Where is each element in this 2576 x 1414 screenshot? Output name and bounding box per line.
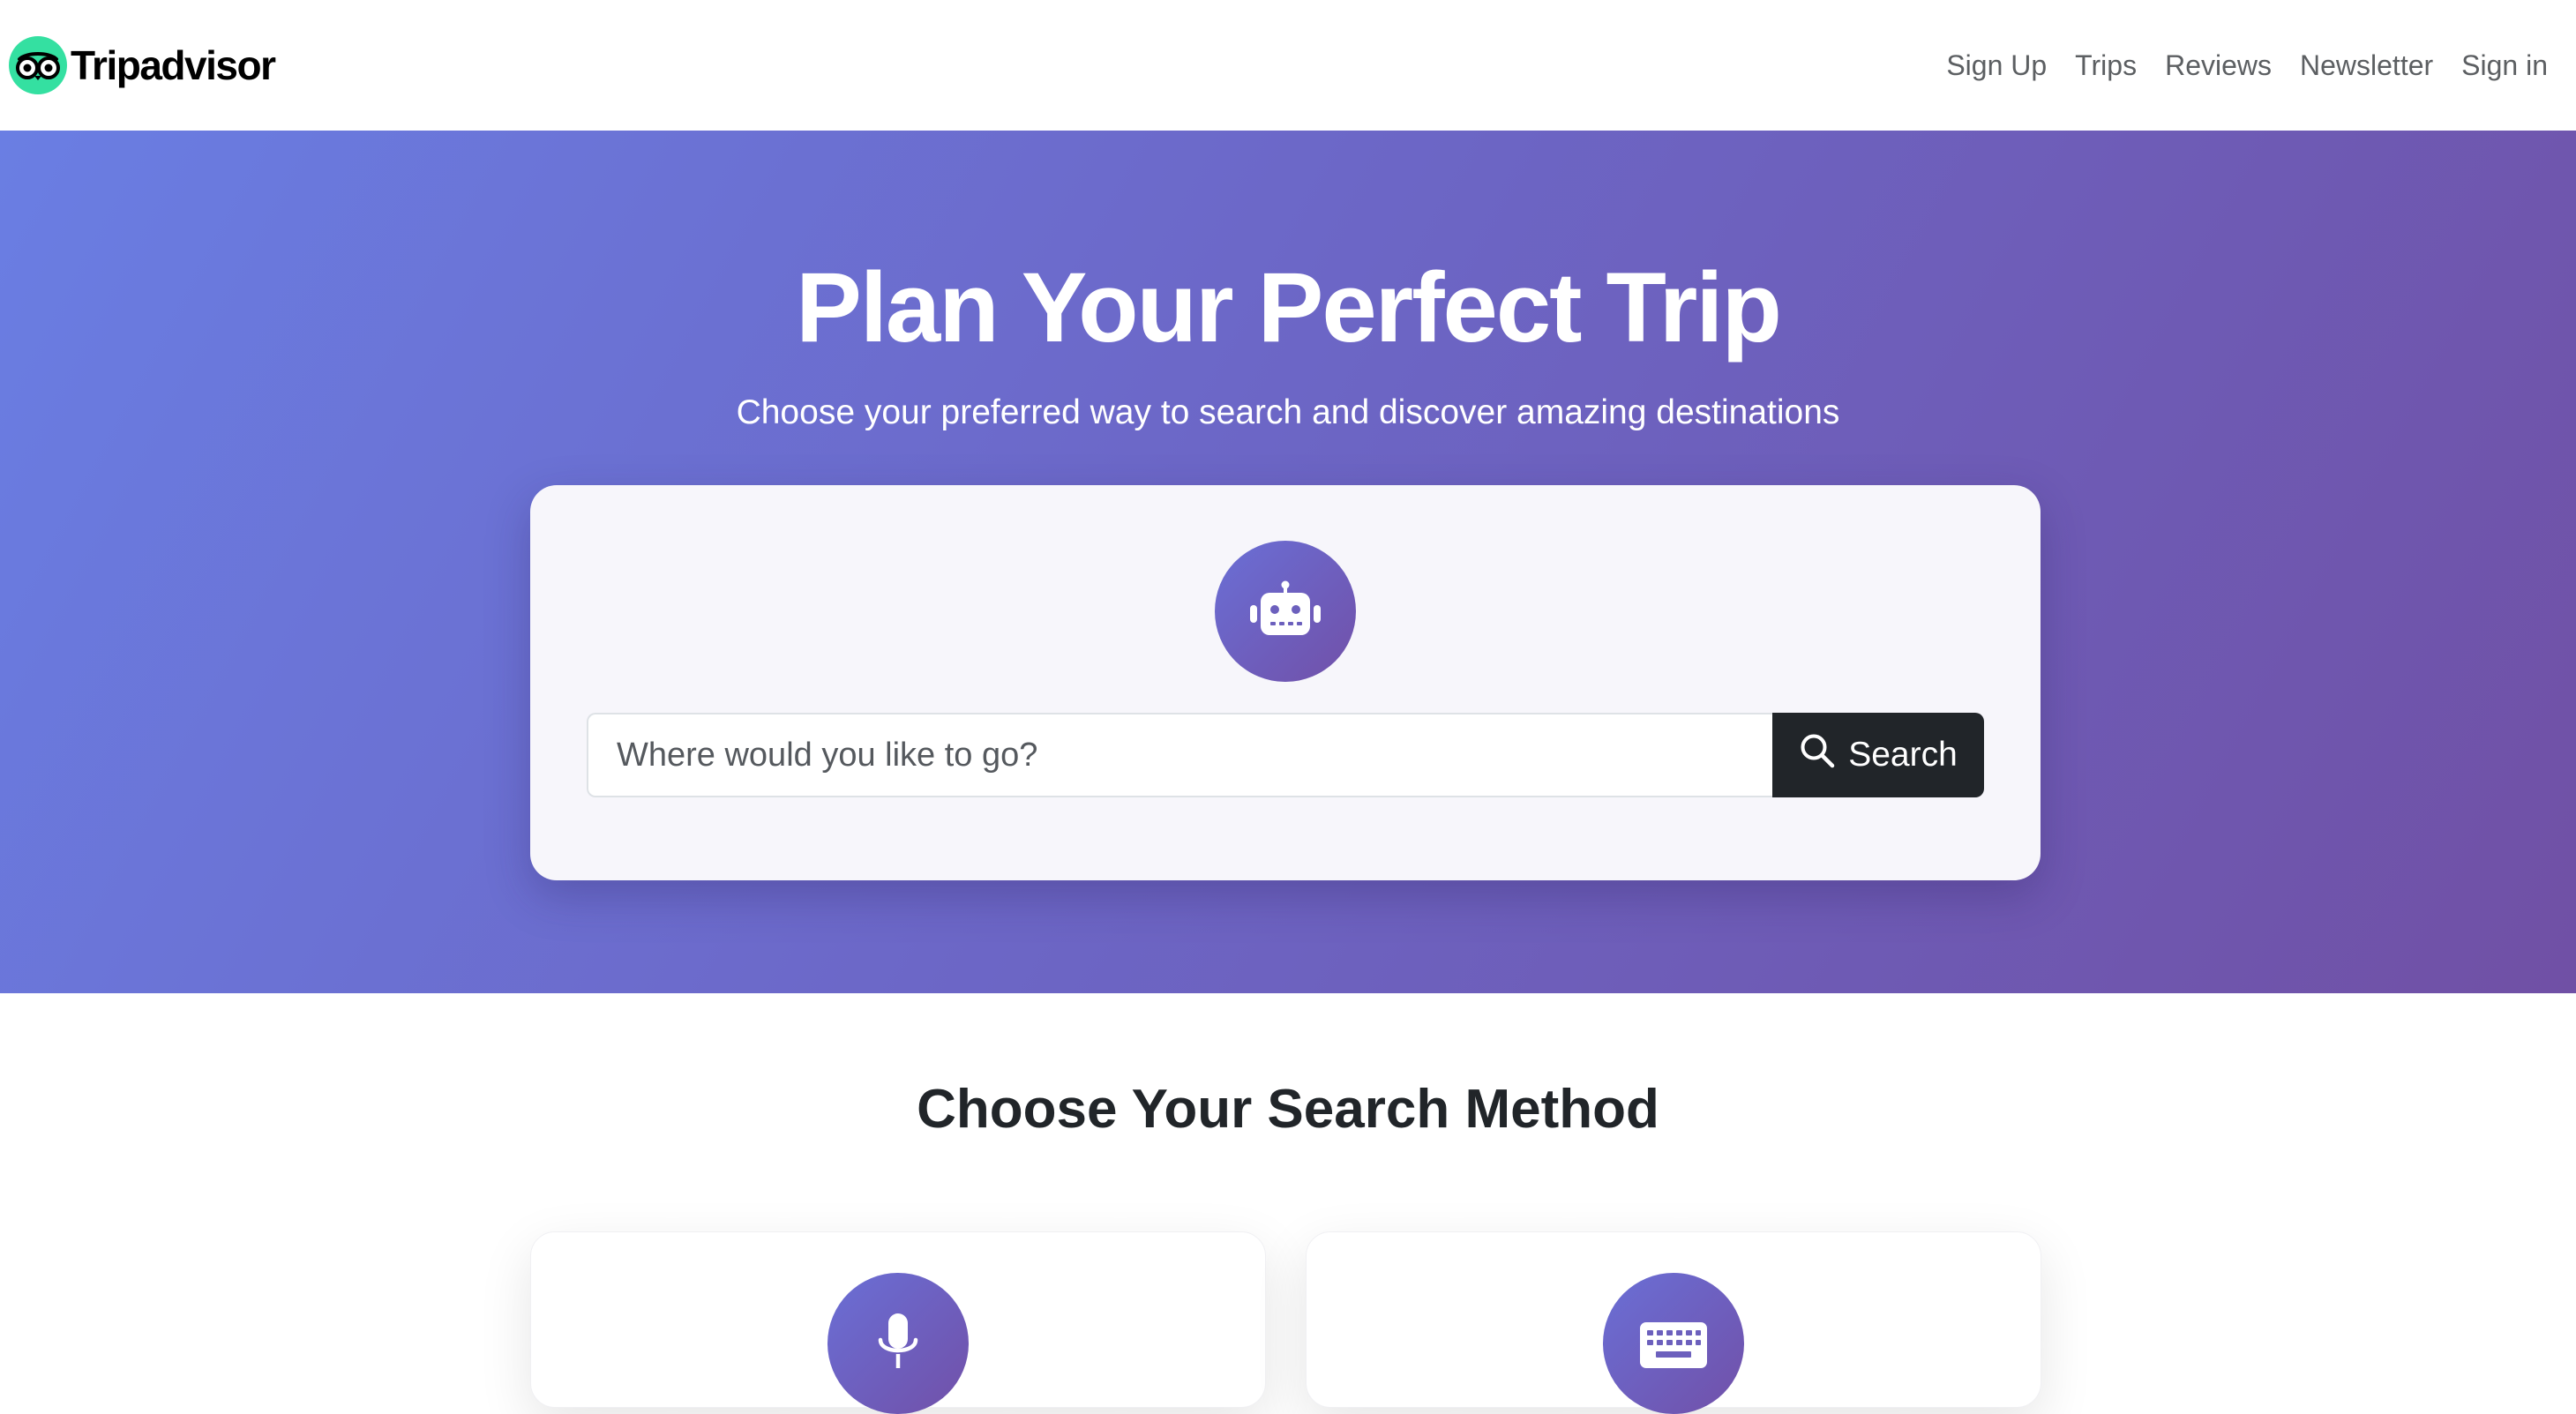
search-methods-title: Choose Your Search Method bbox=[917, 1079, 1659, 1140]
robot-icon bbox=[1215, 541, 1356, 682]
hero-subtitle: Choose your preferred way to search and … bbox=[736, 393, 1840, 431]
nav-newsletter-link[interactable]: Newsletter bbox=[2300, 49, 2433, 82]
search-button-label: Search bbox=[1848, 736, 1958, 774]
brand-link[interactable]: Tripadvisor bbox=[9, 36, 276, 94]
brand-name: Tripadvisor bbox=[71, 42, 276, 88]
microphone-icon bbox=[827, 1273, 969, 1414]
search-card: Search bbox=[530, 485, 2041, 880]
search-icon bbox=[1799, 732, 1836, 778]
top-navbar: Tripadvisor Sign Up Trips Reviews Newsle… bbox=[0, 0, 2576, 131]
nav-reviews-link[interactable]: Reviews bbox=[2165, 49, 2272, 82]
hero-title: Plan Your Perfect Trip bbox=[796, 252, 1782, 363]
search-button[interactable]: Search bbox=[1772, 713, 1984, 797]
voice-search-card[interactable] bbox=[530, 1231, 1266, 1414]
text-search-card[interactable] bbox=[1306, 1231, 2041, 1414]
nav-trips-link[interactable]: Trips bbox=[2075, 49, 2137, 82]
tripadvisor-owl-icon bbox=[9, 36, 67, 94]
destination-search-input[interactable] bbox=[587, 713, 1772, 797]
nav-sign-in-link[interactable]: Sign in bbox=[2461, 49, 2548, 82]
nav-sign-up-link[interactable]: Sign Up bbox=[1946, 49, 2047, 82]
search-form: Search bbox=[587, 713, 1984, 797]
keyboard-icon bbox=[1603, 1273, 1744, 1414]
nav-links: Sign Up Trips Reviews Newsletter Sign in bbox=[1946, 49, 2548, 82]
hero-section: Plan Your Perfect Trip Choose your prefe… bbox=[0, 131, 2576, 993]
